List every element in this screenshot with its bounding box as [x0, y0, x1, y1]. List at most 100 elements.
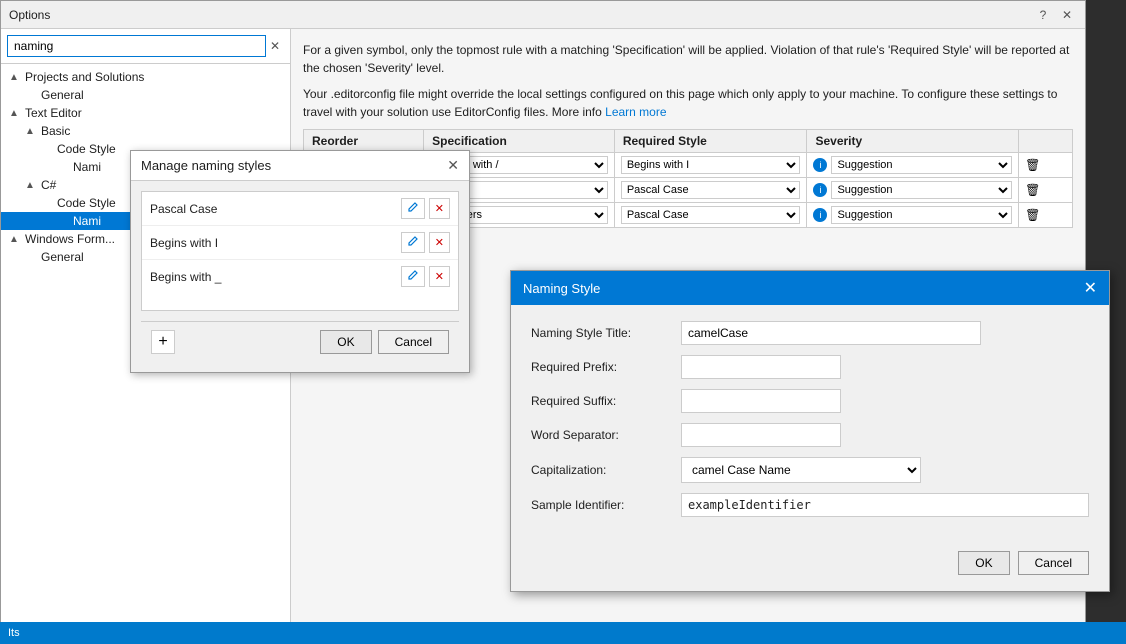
sidebar-item-label: Code Style	[57, 142, 116, 156]
style-list: Pascal Case ✕ Begins with I	[141, 191, 459, 311]
expand-icon: ▲	[9, 234, 21, 245]
search-clear-button[interactable]: ✕	[266, 37, 284, 55]
status-text: Its	[8, 627, 20, 639]
style-dropdown[interactable]: Begins with I	[621, 156, 801, 174]
separator-input[interactable]	[681, 423, 841, 447]
manage-dialog-close-button[interactable]: ✕	[447, 157, 459, 174]
suffix-input[interactable]	[681, 389, 841, 413]
sidebar-item-projects-solutions[interactable]: ▲ Projects and Solutions	[1, 68, 290, 86]
search-input[interactable]	[7, 35, 266, 57]
capitalization-select[interactable]: camel Case Name Pascal Case Name ALL UPP…	[681, 457, 921, 483]
help-button[interactable]: ?	[1033, 5, 1053, 25]
title-label: Naming Style Title:	[531, 326, 681, 340]
sidebar-item-label: Windows Form...	[25, 232, 115, 246]
severity-cell: i Suggestion	[807, 178, 1019, 203]
sidebar-item-label: C#	[41, 178, 56, 192]
expand-icon: ▲	[9, 72, 21, 83]
delete-cell: 🗑	[1019, 203, 1073, 228]
naming-style-body: Naming Style Title: Required Prefix: Req…	[511, 305, 1109, 543]
prefix-label: Required Prefix:	[531, 360, 681, 374]
dialog-ok-cancel: OK Cancel	[320, 330, 449, 354]
style-edit-button[interactable]	[401, 266, 425, 287]
manage-dialog-footer: + OK Cancel	[141, 321, 459, 362]
form-row-prefix: Required Prefix:	[531, 355, 1089, 379]
delete-row-button[interactable]: 🗑	[1025, 183, 1040, 197]
expand-icon: ▲	[9, 108, 21, 119]
naming-style-titlebar: Naming Style ✕	[511, 271, 1109, 305]
info-icon: i	[813, 183, 827, 197]
delete-row-button[interactable]: 🗑	[1025, 158, 1040, 172]
severity-dropdown[interactable]: Suggestion	[831, 206, 1012, 224]
expand-icon: ▲	[25, 180, 37, 191]
style-dropdown[interactable]: Pascal Case	[621, 181, 801, 199]
severity-wrapper: i Suggestion	[813, 206, 1012, 224]
info-text-2-body: Your .editorconfig file might override t…	[303, 87, 1057, 119]
style-delete-button[interactable]: ✕	[429, 198, 450, 219]
naming-style-dialog: Naming Style ✕ Naming Style Title: Requi…	[510, 270, 1110, 592]
manage-dialog-title: Manage naming styles	[141, 158, 271, 173]
style-delete-button[interactable]: ✕	[429, 266, 450, 287]
window-controls: ? ✕	[1033, 5, 1077, 25]
sidebar-item-label: Projects and Solutions	[25, 70, 144, 84]
form-row-title: Naming Style Title:	[531, 321, 1089, 345]
close-button[interactable]: ✕	[1057, 5, 1077, 25]
manage-cancel-button[interactable]: Cancel	[378, 330, 449, 354]
manage-ok-button[interactable]: OK	[320, 330, 371, 354]
style-item-actions: ✕	[401, 232, 450, 253]
style-item-label: Begins with I	[150, 236, 218, 250]
naming-style-close-button[interactable]: ✕	[1084, 278, 1097, 298]
severity-wrapper: i Suggestion	[813, 156, 1012, 174]
style-cell: Begins with I	[614, 153, 807, 178]
style-edit-button[interactable]	[401, 198, 425, 219]
sidebar-item-basic[interactable]: ▲ Basic	[1, 122, 290, 140]
sidebar-item-text-editor[interactable]: ▲ Text Editor	[1, 104, 290, 122]
title-input[interactable]	[681, 321, 981, 345]
separator-label: Word Separator:	[531, 428, 681, 442]
form-row-sample: Sample Identifier: exampleIdentifier	[531, 493, 1089, 517]
prefix-input[interactable]	[681, 355, 841, 379]
sidebar-item-label: Basic	[41, 124, 70, 138]
style-cell: Pascal Case	[614, 203, 807, 228]
sidebar-item-label: Code Style	[57, 196, 116, 210]
sidebar-item-label: Nami	[73, 214, 101, 228]
info-text-1: For a given symbol, only the topmost rul…	[303, 41, 1073, 77]
severity-dropdown[interactable]: Suggestion	[831, 156, 1012, 174]
add-style-button[interactable]: +	[151, 330, 175, 354]
style-delete-button[interactable]: ✕	[429, 232, 450, 253]
sidebar-item-general-ps[interactable]: General	[1, 86, 290, 104]
col-severity: Severity	[807, 130, 1019, 153]
style-cell: Pascal Case	[614, 178, 807, 203]
naming-style-ok-button[interactable]: OK	[958, 551, 1009, 575]
sidebar-item-label: General	[41, 88, 84, 102]
expand-icon: ▲	[25, 126, 37, 137]
form-row-suffix: Required Suffix:	[531, 389, 1089, 413]
sample-label: Sample Identifier:	[531, 498, 681, 512]
style-list-item: Pascal Case ✕	[142, 192, 458, 226]
info-icon: i	[813, 208, 827, 222]
style-edit-button[interactable]	[401, 232, 425, 253]
naming-style-cancel-button[interactable]: Cancel	[1018, 551, 1089, 575]
style-item-actions: ✕	[401, 266, 450, 287]
search-box: ✕	[1, 29, 290, 64]
style-list-item: Begins with I ✕	[142, 226, 458, 260]
sidebar-item-label: Nami	[73, 160, 101, 174]
style-item-label: Begins with _	[150, 270, 221, 284]
sidebar-item-label: General	[41, 250, 84, 264]
severity-dropdown[interactable]: Suggestion	[831, 181, 1012, 199]
info-icon: i	[813, 158, 827, 172]
capitalization-label: Capitalization:	[531, 463, 681, 477]
severity-cell: i Suggestion	[807, 203, 1019, 228]
manage-naming-styles-dialog: Manage naming styles ✕ Pascal Case ✕ Beg…	[130, 150, 470, 373]
manage-dialog-titlebar: Manage naming styles ✕	[131, 151, 469, 181]
learn-more-link[interactable]: Learn more	[605, 105, 666, 119]
suffix-label: Required Suffix:	[531, 394, 681, 408]
col-required-style: Required Style	[614, 130, 807, 153]
delete-row-button[interactable]: 🗑	[1025, 208, 1040, 222]
form-row-separator: Word Separator:	[531, 423, 1089, 447]
info-text-2: Your .editorconfig file might override t…	[303, 85, 1073, 121]
style-dropdown[interactable]: Pascal Case	[621, 206, 801, 224]
style-item-label: Pascal Case	[150, 202, 217, 216]
sidebar-item-label: Text Editor	[25, 106, 82, 120]
form-row-capitalization: Capitalization: camel Case Name Pascal C…	[531, 457, 1089, 483]
manage-dialog-body: Pascal Case ✕ Begins with I	[131, 181, 469, 372]
